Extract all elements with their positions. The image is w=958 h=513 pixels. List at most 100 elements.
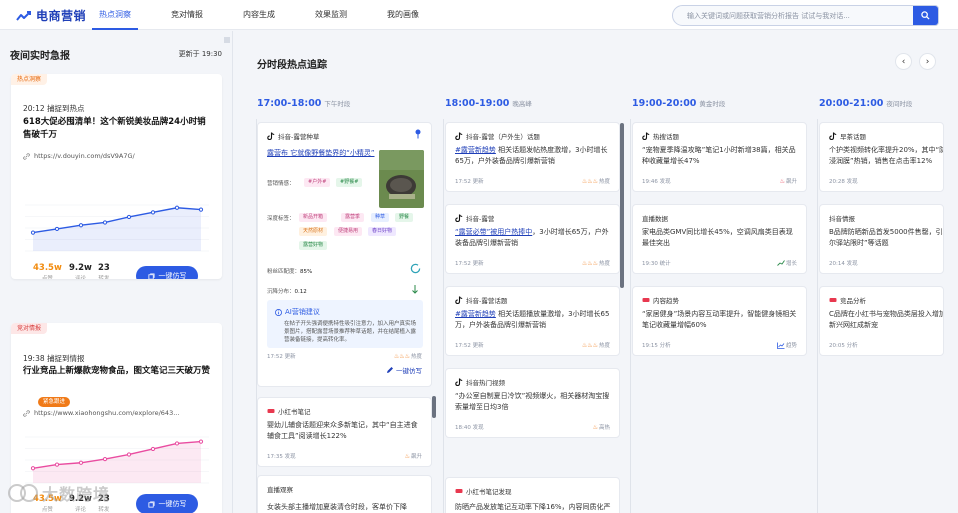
hotspot-card[interactable]: 小红书笔记发现 防晒产品发放笔记互动率下降16%，内容同质化严 <box>445 477 620 513</box>
tag-chip[interactable]: 春日好物 <box>368 227 397 236</box>
found-time: 20:28 发现 <box>829 179 858 185</box>
card-text: 女装头部主播增加夏装清仓时段，客单价下降 <box>267 503 407 511</box>
heat-label: 趋势 <box>785 343 797 349</box>
hotspot-card[interactable]: 直播观察 女装头部主播增加夏装清仓时段，客单价下降 <box>257 475 432 513</box>
column-scrollbar[interactable] <box>620 123 624 288</box>
tag-chip[interactable]: 新品开箱 <box>299 213 328 222</box>
quick-copy-button[interactable]: 一键仿写 <box>136 266 198 279</box>
quick-copy-button[interactable]: 一键仿写 <box>136 494 198 513</box>
search-icon <box>921 11 930 20</box>
analysis-time: 19:15 分析 <box>642 343 671 349</box>
tag-chip[interactable]: 露营好物 <box>299 241 328 250</box>
hotspot-card[interactable]: 热搜话题 “宠物夏季降温攻略”笔记1小时新增38篇，相关品种收藏量增长47% 1… <box>632 122 807 192</box>
spread-label-text: 沉降分布： <box>267 289 295 295</box>
hotspot-card-expanded[interactable]: 抖音-露营种草 露营布 它就像野餐垫界的“小精灵” 营销情感： #户外# #野餐… <box>257 122 432 387</box>
update-time: 17:52 更新 <box>267 354 296 360</box>
found-time: 19:46 发现 <box>642 179 671 185</box>
emotion-chip[interactable]: #野餐# <box>336 178 363 187</box>
highlight-text[interactable]: 露营布 它就像野餐垫界的“小精灵” <box>267 149 374 157</box>
flame-icon: ♨ <box>404 452 410 460</box>
main-nav: 热点洞察 竞对情报 内容生成 效果监测 我的画像 <box>92 0 459 30</box>
night-alert-panel: 夜间实时急报 更新于 19:30 热点洞察 20:12 捕捉到热点 618大促必… <box>0 31 233 513</box>
card-source: 抖音-露营种草 <box>267 131 319 141</box>
heat-indicator: ♨ 高热 <box>592 423 610 432</box>
highlight-text[interactable]: “露营必带”被用户热捧中 <box>455 228 532 236</box>
column-scrollbar[interactable] <box>432 396 436 418</box>
trend-point <box>198 207 204 212</box>
xiaohongshu-icon <box>829 298 837 302</box>
hotspot-card[interactable]: 直播数据 家电品类GMV同比增长45%，空调风扇类目表现最佳突出 19:30 统… <box>632 204 807 274</box>
card-text: B品牌防晒新品首发5000件售罄，引发用户“卡尔驿站限时”等话题 <box>829 228 943 247</box>
nav-tab-profile[interactable]: 我的画像 <box>387 0 419 30</box>
app-name: 电商营销 <box>36 9 87 23</box>
info-icon <box>275 308 282 316</box>
source-link[interactable]: https://www.xiaohongshu.com/explore/643.… <box>23 409 179 417</box>
card-source: 早茶话题 <box>829 131 866 141</box>
trend-point <box>30 230 36 235</box>
hotspot-card[interactable]: 抖音情报 B品牌防晒新品首发5000件售罄，引发用户“卡尔驿站限时”等话题 20… <box>819 204 944 274</box>
heat-label: 飙升 <box>410 454 422 460</box>
nav-tab-competitor[interactable]: 竞对情报 <box>171 0 203 30</box>
source-name: 小红书笔记 <box>278 408 311 416</box>
quick-copy-link[interactable]: 一键仿写 <box>386 365 422 375</box>
search-button[interactable] <box>913 6 938 25</box>
nav-tab-hotspot[interactable]: 热点洞察 <box>92 0 138 30</box>
card-text: 防晒产品发放笔记互动率下降16%，内容同质化严 <box>455 503 611 511</box>
tag-chip[interactable]: 野餐 <box>395 213 414 222</box>
heat-label: 高热 <box>598 425 610 431</box>
card-text: 露营布 它就像野餐垫界的“小精灵” <box>267 148 375 159</box>
xiaohongshu-icon <box>267 409 275 413</box>
highlight-text[interactable]: #露营新趋势 <box>455 310 496 318</box>
time-slot: 17:00-18:00 <box>257 98 322 109</box>
tag-chip[interactable]: 种草 <box>371 213 390 222</box>
link-icon <box>23 152 30 160</box>
nav-tab-monitor[interactable]: 效果监测 <box>315 0 347 30</box>
trend-up-icon <box>777 260 785 266</box>
alert-title: 行业竞品上新爆款宠物食品，图文笔记三天破万赞 <box>23 366 211 376</box>
card-source: 直播观察 <box>267 484 293 494</box>
hotspot-card[interactable]: 抖音-露营话题 #露营新趋势 相关话题播放量激增，3小时增长65万，户外装备品牌… <box>445 286 620 356</box>
hotspot-card[interactable]: 内容趋势 “家居健身”场景内容互动率提升，智能健身镜相关笔记收藏量增幅60% 1… <box>632 286 807 356</box>
hotspot-card[interactable]: 抖音热门视频 “办公室自制夏日冷饮”视频爆火，相关器材淘宝搜索量增至日均3倍 1… <box>445 368 620 438</box>
card-text: “办公室自制夏日冷饮”视频爆火，相关器材淘宝搜索量增至日均3倍 <box>455 392 610 411</box>
tag-chip[interactable]: 天然原材 <box>299 227 328 236</box>
card-text: C品牌在小红书与宠物品类层投入增加361%，新兴网红成新宠 <box>829 310 944 329</box>
flame-icon: ♨ <box>592 423 598 431</box>
card-text: “家居健身”场景内容互动率提升，智能健身镜相关笔记收藏量增幅60% <box>642 310 797 329</box>
hotspot-card[interactable]: 小红书笔记 婴幼儿辅食话题迎来众多新笔记，其中“自主进食辅食工具”阅读增长122… <box>257 397 432 467</box>
hotspot-card[interactable]: 抖音-露营 “露营必带”被用户热捧中，3小时增长65万，户外装备品牌引爆新营销 … <box>445 204 620 274</box>
heat-indicator: 趋势 <box>777 341 797 349</box>
heat-indicator: ♨♨♨ 热度 <box>394 352 422 361</box>
nav-tab-content[interactable]: 内容生成 <box>243 0 275 30</box>
panel-scroll-handle[interactable] <box>224 37 230 43</box>
search-input[interactable] <box>673 6 915 25</box>
alert-card-hotspot[interactable]: 热点洞察 20:12 捕捉到热点 618大促必囤清单！这个新锐美妆品牌24小时销… <box>11 74 222 279</box>
tag-chip[interactable]: 便捷易用 <box>334 227 363 236</box>
source-link[interactable]: https://v.douyin.com/dsV9A7G/ <box>23 152 135 160</box>
heat-label: 增长 <box>785 261 797 267</box>
search-box <box>672 5 939 26</box>
highlight-text[interactable]: #露营新趋势 <box>455 146 496 154</box>
product-image <box>379 150 424 208</box>
next-page-button[interactable]: › <box>919 53 936 70</box>
hotspot-card[interactable]: 竞品分析 C品牌在小红书与宠物品类层投入增加361%，新兴网红成新宠 20:05… <box>819 286 944 356</box>
emotion-chip[interactable]: #户外# <box>304 178 331 187</box>
ai-title-text: AI营销建议 <box>285 308 320 316</box>
capture-time: 19:38 捕捉到情报 <box>23 354 85 363</box>
pin-icon[interactable] <box>414 129 422 139</box>
flame-icon: ♨♨♨ <box>581 341 598 349</box>
app-logo[interactable]: 电商营销 <box>16 7 86 24</box>
hotspot-card[interactable]: 抖音-露营（户外生）话题 #露营新趋势 相关话题发帖热度激增，3小时增长65万，… <box>445 122 620 192</box>
trend-area <box>33 441 201 483</box>
douyin-icon <box>267 132 275 140</box>
prev-page-button[interactable]: ‹ <box>895 53 912 70</box>
capture-time: 20:12 捕捉到热点 <box>23 104 85 113</box>
heat-indicator: ♨♨♨ 热度 <box>581 259 610 268</box>
flame-icon: ♨♨♨ <box>581 259 598 267</box>
trend-point <box>102 456 108 462</box>
stat-value: 9.2w <box>69 263 92 273</box>
tag-chip[interactable]: 露营季 <box>341 213 365 222</box>
hotspot-card[interactable]: 早茶话题 个护类视频转化率提升20%，其中“防晒衣”“去浸润膜”热销，销售在点击… <box>819 122 944 192</box>
ai-suggestion-text: 在帖子开头强调便携特性吸引注意力，加入用户真实场景图片，搭配露营场景推荐种草话题… <box>284 321 417 343</box>
stat-label: 评论 <box>74 507 86 513</box>
